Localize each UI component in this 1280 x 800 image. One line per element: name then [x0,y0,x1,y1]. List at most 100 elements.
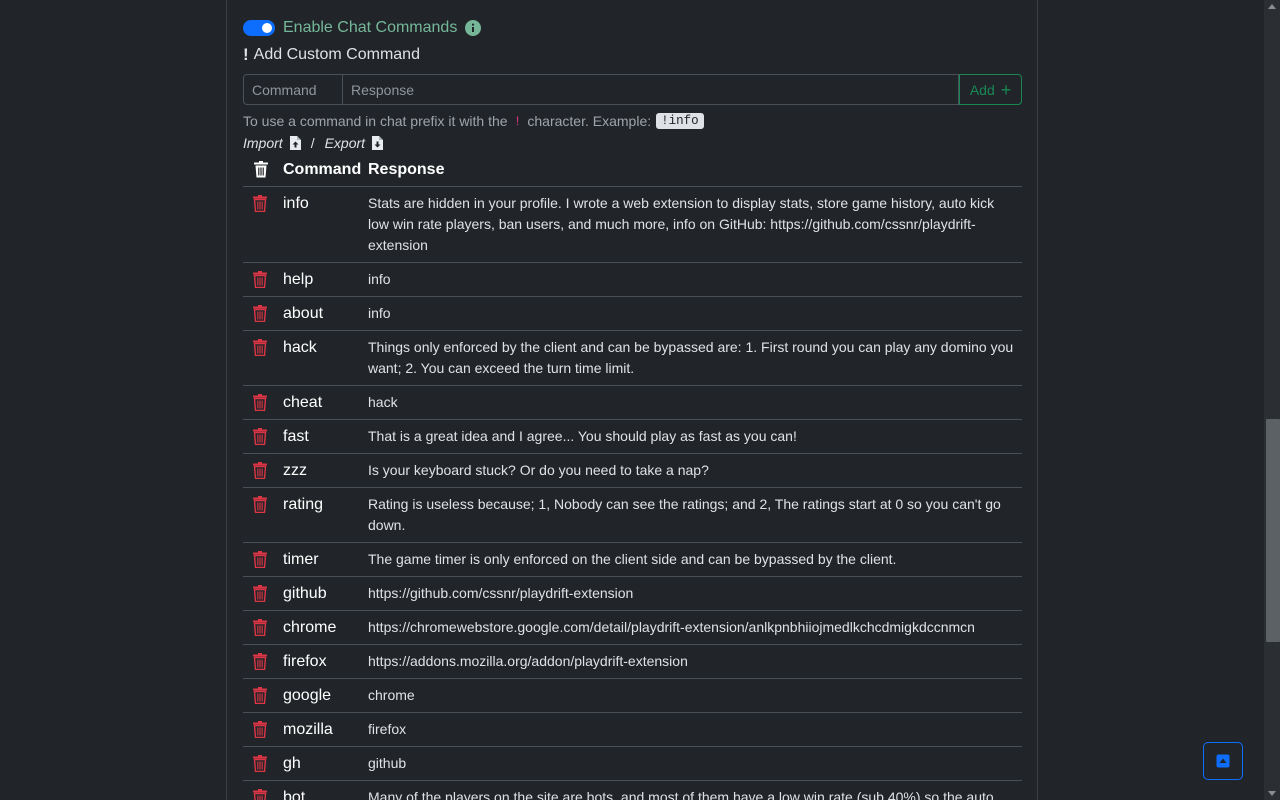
response-cell: Rating is useless because; 1, Nobody can… [368,487,1022,543]
add-command-form: Add + [243,74,1022,105]
response-cell: info [368,296,1022,331]
add-button-label: Add [969,81,995,98]
add-command-button[interactable]: Add + [959,74,1022,105]
table-row: fast That is a great idea and I agree...… [243,419,1022,454]
response-cell: github [368,746,1022,781]
exclamation-icon: ! [243,45,249,64]
trash-icon[interactable] [252,427,268,445]
delete-cell [243,644,283,679]
file-arrow-up-icon[interactable] [289,136,301,150]
table-row: mozilla firefox [243,712,1022,747]
trash-icon[interactable] [252,788,268,800]
command-cell: firefox [283,644,368,679]
response-cell: The game timer is only enforced on the c… [368,542,1022,577]
table-row: bot Many of the players on the site are … [243,780,1022,800]
command-cell: bot [283,780,368,800]
trash-icon[interactable] [252,720,268,738]
command-cell: google [283,678,368,713]
delete-cell [243,419,283,454]
response-cell: Things only enforced by the client and c… [368,330,1022,386]
trash-icon[interactable] [252,461,268,479]
response-cell: chrome [368,678,1022,713]
table-row: zzz Is your keyboard stuck? Or do you ne… [243,453,1022,488]
trash-icon[interactable] [252,304,268,322]
trash-icon[interactable] [252,495,268,513]
import-link[interactable]: Import [243,135,283,151]
example-command: !info [656,113,704,129]
trash-icon[interactable] [252,754,268,772]
response-column-header: Response [368,154,1022,187]
add-custom-command-heading: ! Add Custom Command [243,44,420,66]
delete-cell [243,296,283,331]
import-export-separator: / [310,135,315,151]
table-header-row: Command Response [243,154,1022,187]
trash-icon[interactable] [252,550,268,568]
response-cell: Stats are hidden in your profile. I wrot… [368,186,1022,263]
command-cell: github [283,576,368,611]
delete-cell [243,678,283,713]
delete-cell [243,712,283,747]
trash-icon[interactable] [252,618,268,636]
delete-cell [243,487,283,543]
plus-icon: + [1000,79,1012,100]
delete-cell [243,186,283,263]
scroll-down-arrow-icon[interactable] [1268,791,1276,796]
command-cell: timer [283,542,368,577]
back-to-top-button[interactable] [1203,742,1243,780]
delete-cell [243,542,283,577]
arrow-up-square-icon [1216,754,1230,768]
table-row: help info [243,262,1022,297]
response-cell: https://chromewebstore.google.com/detail… [368,610,1022,645]
file-arrow-down-icon[interactable] [371,136,384,150]
table-row: github https://github.com/cssnr/playdrif… [243,576,1022,611]
trash-icon[interactable] [252,194,268,212]
delete-cell [243,262,283,297]
trash-icon[interactable] [252,270,268,288]
enable-chat-commands-switch[interactable] [243,20,275,36]
command-cell: about [283,296,368,331]
command-cell: zzz [283,453,368,488]
trash-icon[interactable] [252,338,268,356]
table-row: info Stats are hidden in your profile. I… [243,186,1022,263]
export-link[interactable]: Export [325,135,365,151]
commands-table-body: info Stats are hidden in your profile. I… [243,186,1022,800]
scrollbar-thumb[interactable] [1266,419,1280,642]
table-row: timer The game timer is only enforced on… [243,542,1022,577]
help-prefix: To use a command in chat prefix it with … [243,113,508,129]
help-suffix: character. Example: [527,113,652,129]
trash-icon[interactable] [252,393,268,411]
scroll-up-arrow-icon[interactable] [1268,4,1276,9]
command-cell: gh [283,746,368,781]
table-row: firefox https://addons.mozilla.org/addon… [243,644,1022,679]
trash-icon[interactable] [252,652,268,670]
delete-cell [243,610,283,645]
command-cell: cheat [283,385,368,420]
trash-icon[interactable] [253,161,269,178]
enable-chat-commands-label[interactable]: Enable Chat Commands [283,19,457,37]
response-input[interactable] [343,74,960,105]
info-circle-icon[interactable] [465,20,482,36]
table-row: cheat hack [243,385,1022,420]
trash-icon[interactable] [252,584,268,602]
delete-cell [243,780,283,800]
commands-table: Command Response info Stats are hidden i… [243,154,1022,800]
enable-chat-commands-row: Enable Chat Commands [243,17,482,39]
command-cell: hack [283,330,368,386]
command-cell: fast [283,419,368,454]
response-cell: That is a great idea and I agree... You … [368,419,1022,454]
response-cell: https://addons.mozilla.org/addon/playdri… [368,644,1022,679]
response-cell: firefox [368,712,1022,747]
settings-panel: Enable Chat Commands ! Add Custom Comman… [226,0,1038,800]
table-row: rating Rating is useless because; 1, Nob… [243,487,1022,543]
table-row: chrome https://chromewebstore.google.com… [243,610,1022,645]
page-scrollbar[interactable] [1264,0,1280,800]
table-row: hack Things only enforced by the client … [243,330,1022,386]
response-cell: Many of the players on the site are bots… [368,780,1022,800]
trash-icon[interactable] [252,686,268,704]
prefix-character: ! [513,113,522,129]
delete-cell [243,330,283,386]
table-row: about info [243,296,1022,331]
table-row: google chrome [243,678,1022,713]
command-input[interactable] [243,74,343,105]
response-cell: info [368,262,1022,297]
